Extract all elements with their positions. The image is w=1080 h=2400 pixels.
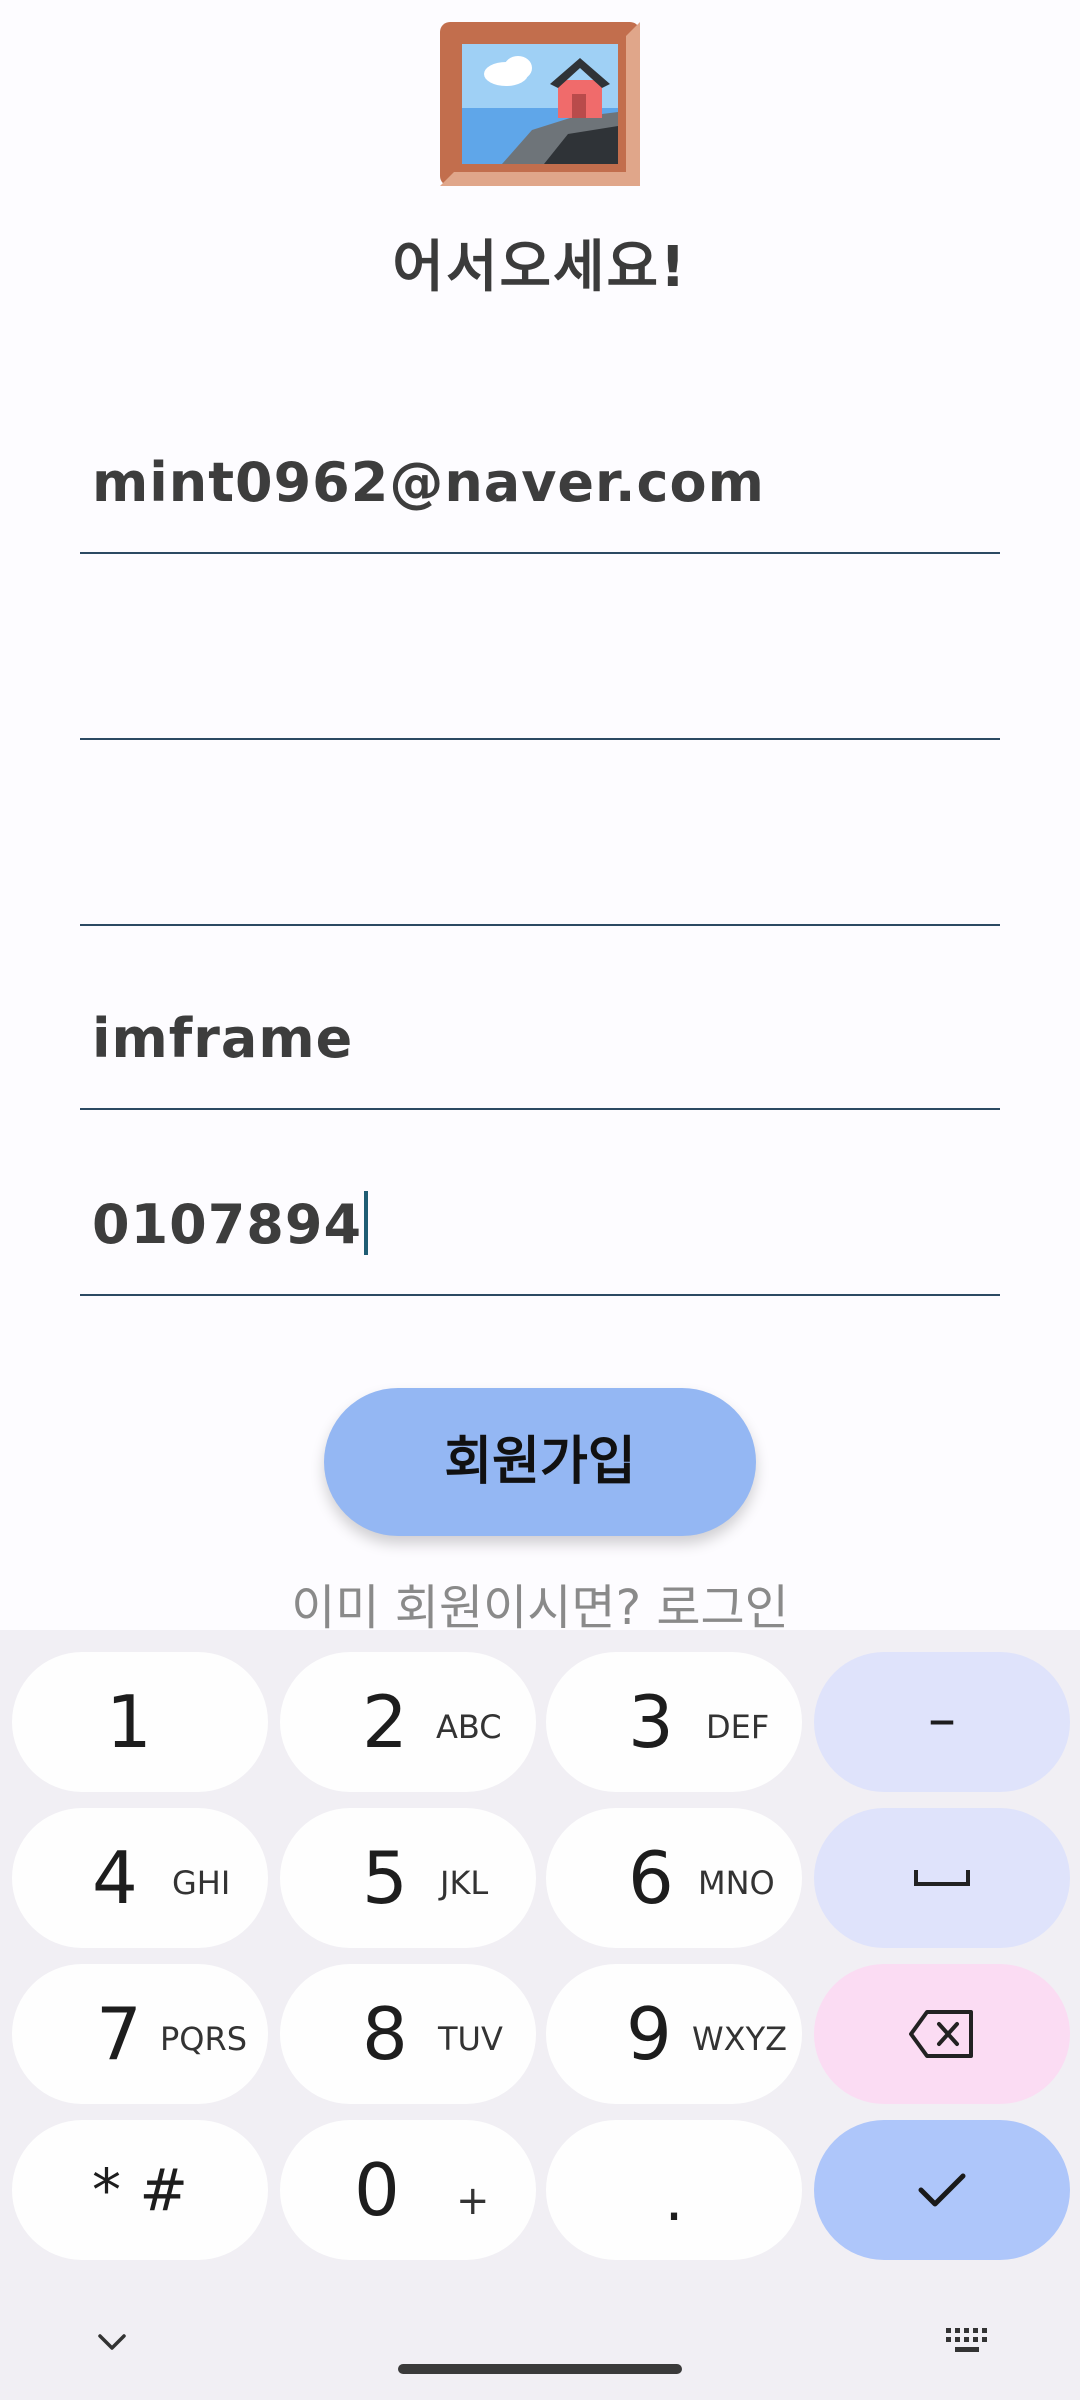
key-dot[interactable]: . [546,2120,802,2260]
key-7[interactable]: 7 PQRS [12,1964,268,2104]
key-0[interactable]: 0 + [280,2120,536,2260]
password-confirm-field[interactable] [80,796,1000,926]
key-letters: + [456,2178,490,2224]
key-digit: 4 [92,1836,138,1920]
key-letters: TUV [438,2020,503,2058]
phone-value: 0107894 [92,1191,369,1256]
email-value: mint0962@naver.com [92,451,765,514]
key-5[interactable]: 5 JKL [280,1808,536,1948]
space-icon [914,1870,970,1886]
star-hash-label: * # [91,2156,189,2224]
password-field[interactable] [80,610,1000,740]
dash-label: – [928,1686,956,1752]
keyboard-icon[interactable] [944,2326,990,2356]
phone-field[interactable]: 0107894 [80,1166,1000,1296]
dot-label: . [664,2165,684,2235]
backspace-icon [909,2010,973,2058]
chevron-down-icon[interactable] [96,2332,128,2352]
backspace-key[interactable] [814,1964,1070,2104]
check-icon [918,2173,966,2207]
numeric-keyboard: 1 2 ABC 3 DEF – 4 GHI 5 JKL 6 MNO 7 PQRS… [0,1630,1080,2400]
name-value: imframe [92,1007,354,1070]
key-letters: JKL [440,1864,489,1902]
key-4[interactable]: 4 GHI [12,1808,268,1948]
key-letters: DEF [706,1708,770,1746]
key-letters: WXYZ [692,2020,788,2058]
key-digit: 5 [362,1836,408,1920]
email-field[interactable]: mint0962@naver.com [80,424,1000,554]
key-digit: 8 [362,1992,408,2076]
app-logo [440,22,640,186]
key-star-hash[interactable]: * # [12,2120,268,2260]
key-space[interactable] [814,1808,1070,1948]
key-9[interactable]: 9 WXYZ [546,1964,802,2104]
key-letters: GHI [172,1864,231,1902]
home-indicator[interactable] [398,2364,682,2374]
key-digit: 6 [628,1836,674,1920]
key-8[interactable]: 8 TUV [280,1964,536,2104]
text-cursor [364,1191,369,1255]
key-6[interactable]: 6 MNO [546,1808,802,1948]
key-digit: 1 [106,1680,152,1764]
key-dash[interactable]: – [814,1652,1070,1792]
signup-button[interactable]: 회원가입 [324,1388,756,1536]
key-letters: MNO [698,1864,775,1902]
page-title: 어서오세요! [392,235,688,300]
key-3[interactable]: 3 DEF [546,1652,802,1792]
key-digit: 9 [626,1992,672,2076]
key-digit: 7 [96,1992,142,2076]
login-link[interactable]: 이미 회원이시면? 로그인 [0,1568,1080,1638]
key-1[interactable]: 1 [12,1652,268,1792]
key-digit: 3 [628,1680,674,1764]
key-letters: PQRS [160,2020,248,2058]
name-field[interactable]: imframe [80,980,1000,1110]
key-letters: ABC [436,1708,502,1746]
key-digit: 0 [354,2148,400,2232]
key-2[interactable]: 2 ABC [280,1652,536,1792]
key-digit: 2 [362,1680,408,1764]
enter-key[interactable] [814,2120,1070,2260]
